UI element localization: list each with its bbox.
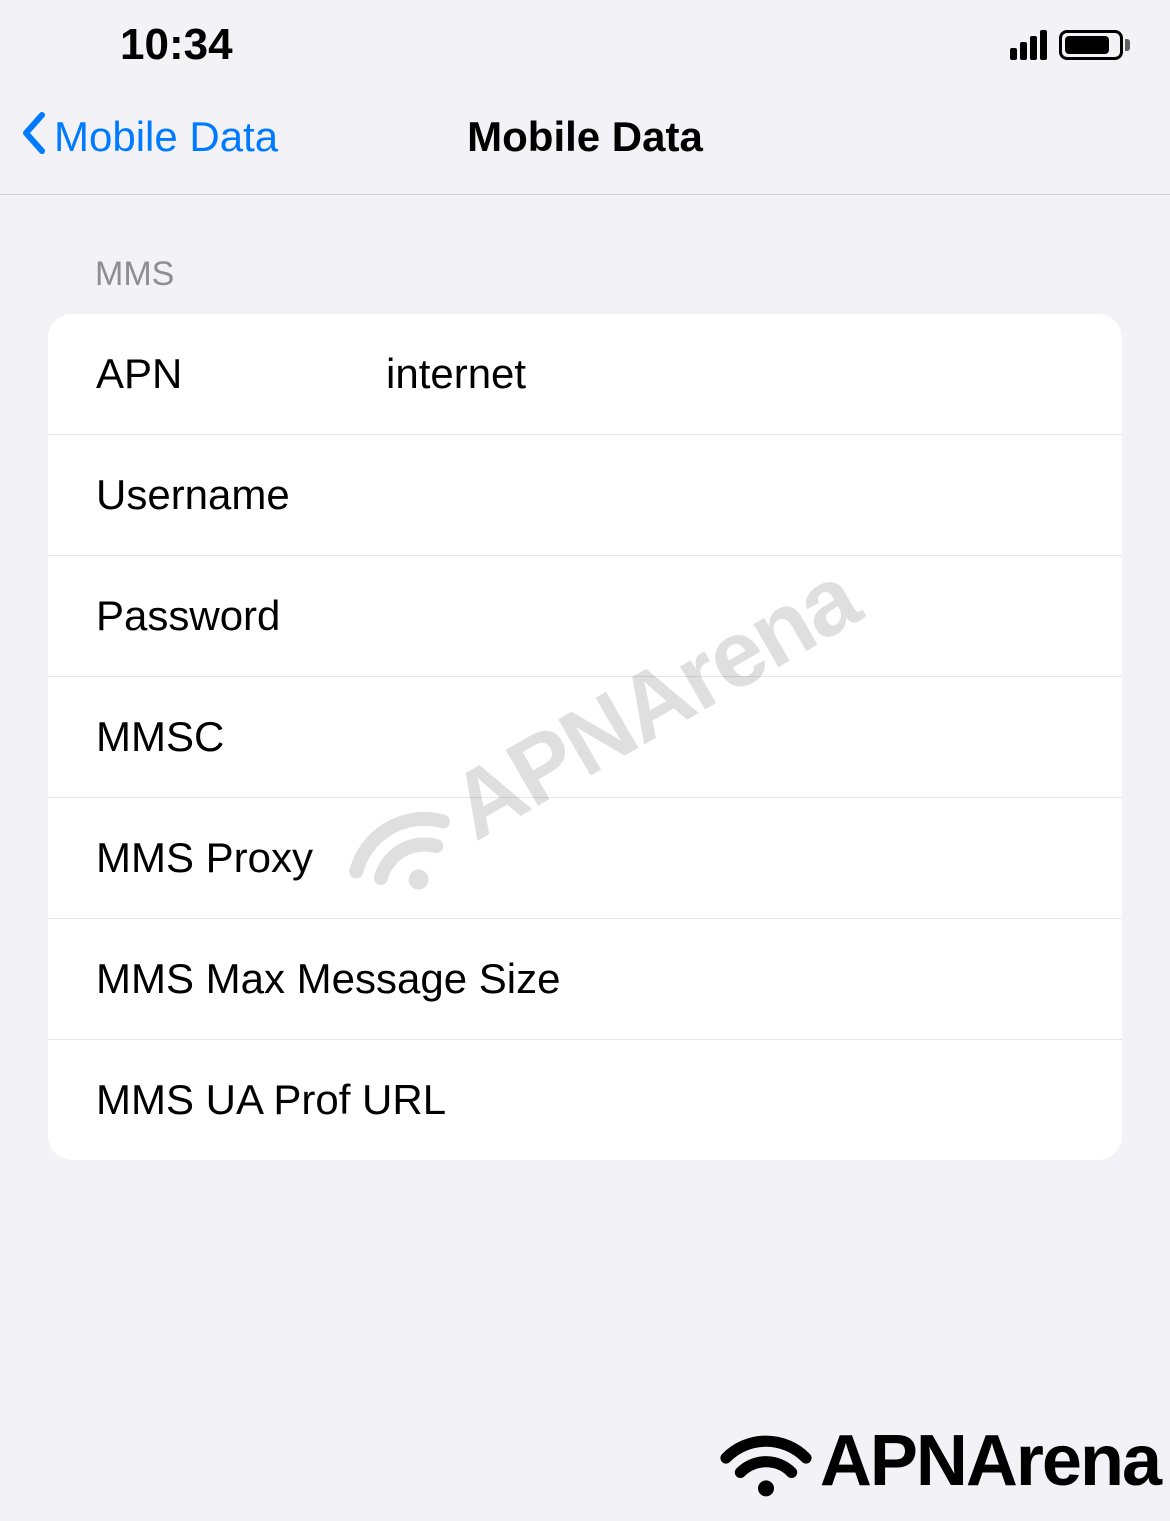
settings-row-username[interactable]: Username: [48, 435, 1122, 556]
settings-group-mms: APN Username Password MMSC MMS P: [48, 314, 1122, 1160]
mms-max-size-label: MMS Max Message Size: [96, 955, 560, 1003]
content: MMS APN Username Password MMSC: [0, 195, 1170, 1160]
apn-label: APN: [96, 350, 386, 398]
page-title: Mobile Data: [467, 113, 703, 161]
mms-ua-prof-label: MMS UA Prof URL: [96, 1076, 446, 1124]
settings-row-mms-max-size[interactable]: MMS Max Message Size: [48, 919, 1122, 1040]
wifi-icon: [716, 1418, 816, 1503]
status-icons: [1010, 30, 1130, 60]
cellular-signal-icon: [1010, 30, 1047, 60]
apn-input[interactable]: [386, 350, 1122, 398]
username-input[interactable]: [386, 471, 1122, 519]
settings-row-mmsc[interactable]: MMSC: [48, 677, 1122, 798]
navigation-bar: Mobile Data Mobile Data: [0, 80, 1170, 195]
settings-row-password[interactable]: Password: [48, 556, 1122, 677]
status-time: 10:34: [120, 20, 233, 70]
chevron-left-icon: [20, 111, 46, 164]
password-label: Password: [96, 592, 386, 640]
bottom-logo: APNArena: [716, 1418, 1160, 1503]
settings-row-mms-ua-prof[interactable]: MMS UA Prof URL: [48, 1040, 1122, 1160]
username-label: Username: [96, 471, 386, 519]
mms-ua-prof-input[interactable]: [446, 1076, 1122, 1124]
back-label: Mobile Data: [54, 113, 278, 161]
section-header-mms: MMS: [0, 255, 1170, 314]
settings-row-apn[interactable]: APN: [48, 314, 1122, 435]
mmsc-input[interactable]: [386, 713, 1122, 761]
back-button[interactable]: Mobile Data: [0, 111, 278, 164]
mms-max-size-input[interactable]: [560, 955, 1122, 1003]
mms-proxy-label: MMS Proxy: [96, 834, 313, 882]
mmsc-label: MMSC: [96, 713, 386, 761]
battery-icon: [1059, 30, 1130, 60]
mms-proxy-input[interactable]: [313, 834, 1122, 882]
settings-row-mms-proxy[interactable]: MMS Proxy: [48, 798, 1122, 919]
bottom-logo-text: APNArena: [820, 1420, 1160, 1502]
status-bar: 10:34: [0, 0, 1170, 80]
password-input[interactable]: [386, 592, 1122, 640]
